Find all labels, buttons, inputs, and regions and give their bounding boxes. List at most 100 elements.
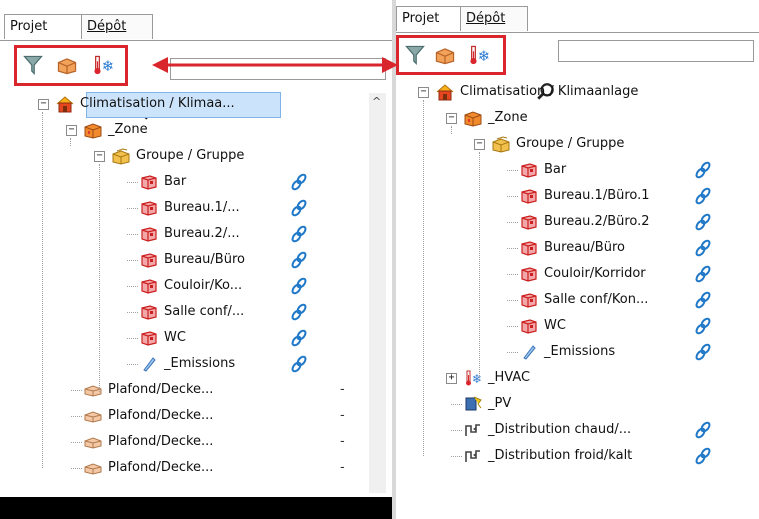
tree-item-label: WC: [544, 318, 566, 333]
tree-item[interactable]: − Groupe / Gruppe: [0, 144, 365, 168]
scroll-up-arrow-icon[interactable]: ^: [372, 95, 381, 108]
tree-item-label: _Emissions: [544, 344, 616, 359]
tree-item-label: WC: [164, 330, 186, 345]
tree-item[interactable]: Bureau/Büro: [396, 236, 754, 260]
tree-item[interactable]: Plafond/Decke... -: [0, 456, 365, 480]
link-icon[interactable]: [694, 161, 712, 179]
tree-item[interactable]: _PV: [396, 392, 754, 416]
collapse-toggle[interactable]: −: [94, 151, 105, 162]
tree-item-label: Groupe / Gruppe: [516, 136, 625, 151]
tree-item[interactable]: − _Zone: [0, 118, 365, 142]
tree-guide-line: [70, 138, 71, 146]
house-icon: [56, 95, 74, 113]
tree-item[interactable]: + _HVAC: [396, 366, 754, 390]
link-icon[interactable]: [694, 317, 712, 335]
tree-item[interactable]: Salle conf/...: [0, 300, 365, 324]
tree-item[interactable]: Bureau/Büro: [0, 248, 365, 272]
tree-guide-line: [479, 152, 480, 380]
room-icon: [520, 187, 538, 205]
tree-item[interactable]: _Distribution froid/kalt: [396, 444, 754, 468]
link-icon[interactable]: [694, 291, 712, 309]
tree-item[interactable]: _Emissions: [396, 340, 754, 364]
emission-icon: [520, 343, 538, 361]
left-tree: − Climatisation / Klimaa... − _Zone − Groupe …: [0, 92, 392, 497]
vertical-scrollbar[interactable]: ^: [369, 93, 386, 493]
tree-connector: [127, 182, 138, 183]
tree-guide-line: [99, 164, 100, 392]
tree-item[interactable]: − _Zone: [396, 106, 754, 130]
tree-connector: [507, 170, 518, 171]
highlight-box: [396, 35, 506, 75]
tree-item[interactable]: Plafond/Decke... -: [0, 378, 365, 402]
link-icon[interactable]: [694, 421, 712, 439]
emission-icon: [140, 355, 158, 373]
link-icon[interactable]: [290, 199, 308, 217]
tree-item[interactable]: WC: [0, 326, 365, 350]
tree-item-label: _Distribution froid/kalt: [488, 448, 633, 463]
tree-item-label: Couloir/Ko...: [164, 278, 243, 293]
collapse-toggle[interactable]: −: [38, 99, 49, 110]
tree-connector: [507, 352, 518, 353]
zone-icon: [464, 109, 482, 127]
link-icon[interactable]: [694, 239, 712, 257]
right-panel: Projet Dépôt − Climatisation / Klimaanlag…: [396, 0, 759, 519]
tree-connector: [127, 260, 138, 261]
collapse-toggle[interactable]: −: [418, 87, 429, 98]
search-input[interactable]: [558, 40, 754, 62]
tree-item[interactable]: Couloir/Ko...: [0, 274, 365, 298]
link-icon[interactable]: [290, 173, 308, 191]
collapse-toggle[interactable]: −: [474, 139, 485, 150]
tree-item[interactable]: − Groupe / Gruppe: [396, 132, 754, 156]
tree-item[interactable]: Bureau.2/...: [0, 222, 365, 246]
ceiling-icon: [84, 433, 102, 451]
tab-depot[interactable]: Dépôt: [460, 6, 528, 31]
collapse-toggle[interactable]: −: [446, 113, 457, 124]
link-icon[interactable]: [290, 225, 308, 243]
tree-item-label: _HVAC: [488, 370, 531, 385]
tree-item[interactable]: − Climatisation / Klimaanlage: [396, 80, 754, 104]
tree-item-label: Plafond/Decke...: [108, 434, 214, 449]
expand-toggle[interactable]: +: [446, 373, 457, 384]
tree-item[interactable]: Plafond/Decke... -: [0, 430, 365, 454]
link-icon[interactable]: [694, 187, 712, 205]
tree-item[interactable]: − Climatisation / Klimaa...: [0, 92, 365, 116]
link-icon[interactable]: [694, 447, 712, 465]
link-icon[interactable]: [290, 251, 308, 269]
tab-depot[interactable]: Dépôt: [81, 14, 153, 39]
link-icon[interactable]: [694, 265, 712, 283]
tab-projet[interactable]: Projet: [4, 14, 82, 39]
room-icon: [140, 225, 158, 243]
tree-connector: [507, 300, 518, 301]
link-icon[interactable]: [290, 355, 308, 373]
link-icon[interactable]: [694, 343, 712, 361]
tab-projet[interactable]: Projet: [396, 6, 468, 31]
tab-projet-label: Projet: [10, 19, 48, 34]
tree-item[interactable]: _Distribution chaud/...: [396, 418, 754, 442]
tree-item-label: Groupe / Gruppe: [136, 148, 245, 163]
link-icon[interactable]: [290, 329, 308, 347]
tree-item[interactable]: Couloir/Korridor: [396, 262, 754, 286]
tree-item[interactable]: Bureau.1/Büro.1: [396, 184, 754, 208]
tree-item[interactable]: Bar: [396, 158, 754, 182]
tree-item[interactable]: Bureau.1/...: [0, 196, 365, 220]
link-icon[interactable]: [290, 303, 308, 321]
link-icon[interactable]: [694, 213, 712, 231]
tree-item-label: Plafond/Decke...: [108, 382, 214, 397]
tree-item[interactable]: WC: [396, 314, 754, 338]
tree-item[interactable]: _Emissions: [0, 352, 365, 376]
tree-connector: [507, 222, 518, 223]
tree-item-label: _Zone: [108, 122, 148, 137]
tree-item[interactable]: Salle conf/Kon...: [396, 288, 754, 312]
tree-item[interactable]: Bar: [0, 170, 365, 194]
tree-item-label: Plafond/Decke...: [108, 408, 214, 423]
house-icon: [436, 83, 454, 101]
link-icon[interactable]: [290, 277, 308, 295]
collapse-toggle[interactable]: −: [66, 125, 77, 136]
highlight-box: [14, 45, 128, 86]
tab-baseline: [0, 40, 392, 41]
tree-item[interactable]: Bureau.2/Büro.2: [396, 210, 754, 234]
tree-item-label: Bureau/Büro: [164, 252, 245, 267]
tree-item[interactable]: Plafond/Decke... -: [0, 404, 365, 428]
tree-connector: [127, 312, 138, 313]
tree-item-label: Bureau.1/Büro.1: [544, 188, 650, 203]
